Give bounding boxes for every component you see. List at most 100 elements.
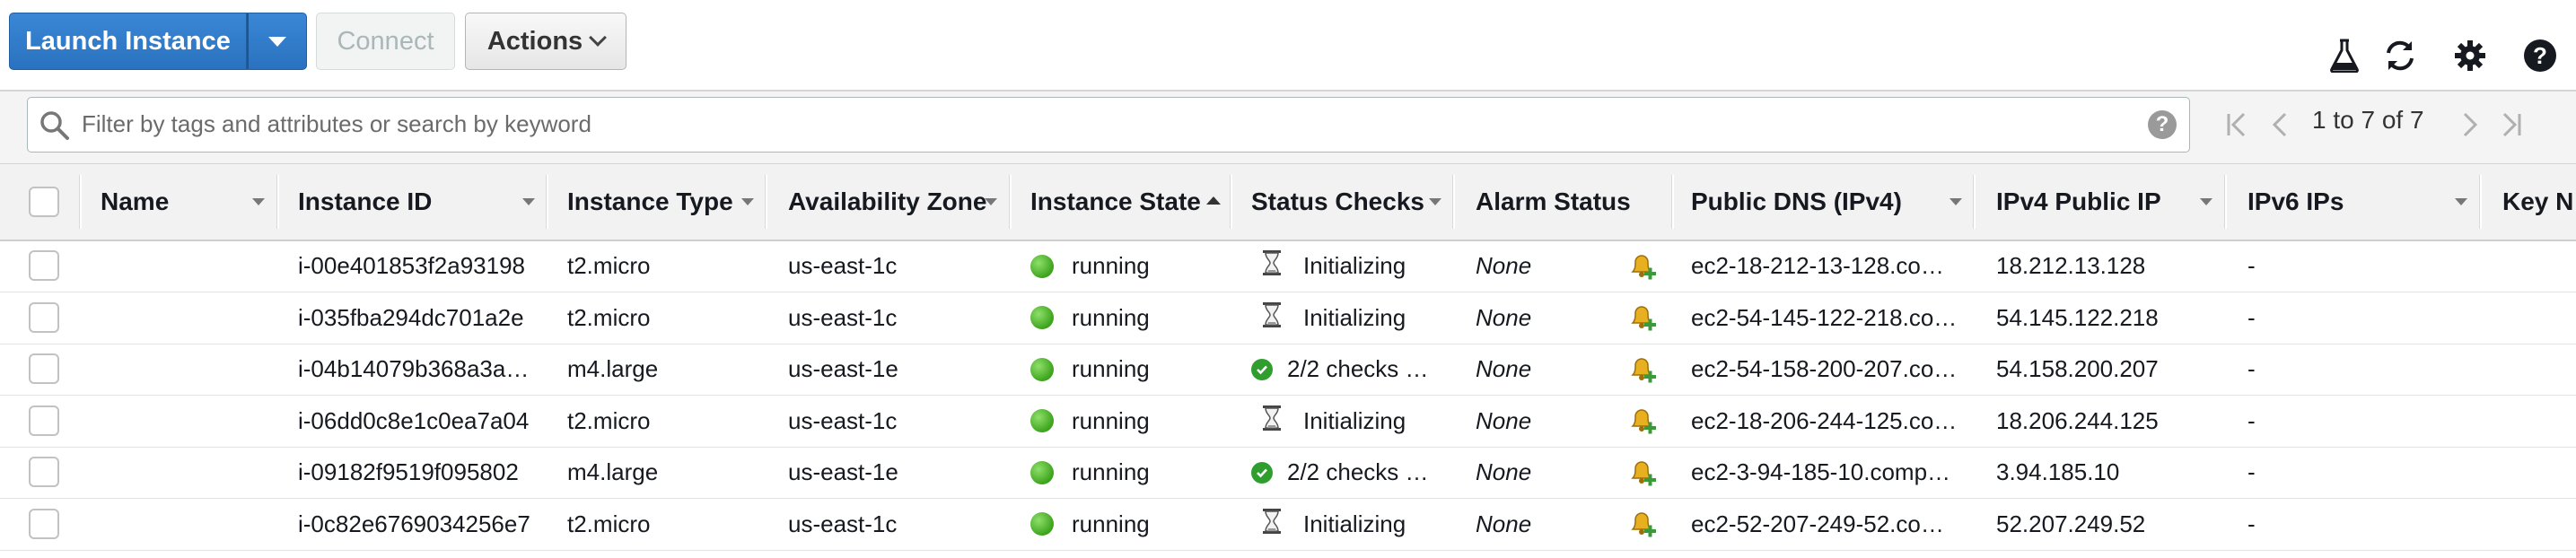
column-header-key-name[interactable]: Key N (2502, 164, 2576, 240)
add-alarm-bell-icon[interactable] (1625, 240, 1660, 292)
alarm-status: None (1476, 252, 1532, 279)
status-checks-label: Initializing (1303, 406, 1406, 434)
column-header-public-dns[interactable]: Public DNS (IPv4) (1691, 164, 1951, 240)
public-dns: ec2-54-158-200-207.co… (1691, 355, 1958, 382)
sort-caret-icon (522, 198, 535, 205)
actions-label: Actions (486, 26, 583, 56)
ipv6-ips: - (2247, 406, 2256, 434)
row-checkbox[interactable] (29, 353, 59, 384)
column-header-instance-id[interactable]: Instance ID (298, 164, 531, 240)
hourglass-icon (1262, 405, 1282, 438)
row-checkbox[interactable] (29, 405, 59, 436)
instance-state: running (1030, 240, 1219, 292)
instance-id: i-04b14079b368a3a… (298, 355, 530, 382)
launch-instance-button[interactable]: Launch Instance (9, 13, 247, 70)
first-page-icon[interactable] (2224, 111, 2249, 138)
column-label: Key N (2502, 187, 2574, 215)
instance-id: i-06dd0c8e1c0ea7a04 (298, 406, 530, 434)
status-checks: Initializing (1251, 292, 1447, 344)
column-header-instance-state[interactable]: Instance State (1030, 164, 1228, 240)
row-checkbox[interactable] (29, 508, 59, 539)
running-status-icon (1030, 357, 1054, 381)
instance-state-label: running (1072, 303, 1150, 331)
add-alarm-bell-icon[interactable] (1625, 447, 1660, 498)
column-label: Instance ID (298, 187, 433, 215)
search-input[interactable]: Filter by tags and attributes or search … (27, 97, 2190, 153)
next-page-icon[interactable] (2459, 111, 2481, 138)
instance-state-label: running (1072, 252, 1150, 279)
public-dns: ec2-3-94-185-10.comp… (1691, 458, 1951, 485)
hourglass-icon (1262, 508, 1282, 541)
table-row[interactable]: i-04b14079b368a3a… m4.large us-east-1e r… (0, 344, 2576, 396)
column-header-instance-type[interactable]: Instance Type (567, 164, 747, 240)
table-row[interactable]: i-035fba294dc701a2e t2.micro us-east-1c … (0, 292, 2576, 344)
status-checks: Initializing (1251, 240, 1447, 292)
add-alarm-bell-icon[interactable] (1625, 499, 1660, 550)
running-status-icon (1030, 409, 1054, 432)
row-checkbox[interactable] (29, 301, 59, 333)
help-icon[interactable]: ? (2520, 36, 2560, 75)
column-divider (546, 175, 548, 229)
column-label: IPv6 IPs (2247, 187, 2344, 215)
table-row[interactable]: i-00e401853f2a93198 t2.micro us-east-1c … (0, 240, 2576, 292)
status-checks: Initializing (1251, 396, 1447, 447)
column-header-availability-zone[interactable]: Availability Zone (788, 164, 1012, 240)
hourglass-icon (1262, 249, 1282, 283)
sort-caret-icon (985, 198, 997, 205)
ipv6-ips: - (2247, 510, 2256, 537)
ipv6-ips: - (2247, 458, 2256, 485)
column-divider (1452, 175, 1455, 229)
instance-state-label: running (1072, 510, 1150, 537)
status-checks-label: Initializing (1303, 303, 1406, 331)
column-divider (1973, 175, 1976, 229)
instance-state: running (1030, 499, 1219, 550)
instance-state: running (1030, 447, 1219, 498)
ipv4-public-ip: 54.145.122.218 (1996, 303, 2159, 331)
row-checkbox[interactable] (29, 457, 59, 487)
table-row[interactable]: i-0c82e6769034256e7 t2.micro us-east-1c … (0, 499, 2576, 551)
availability-zone: us-east-1c (788, 510, 898, 537)
add-alarm-bell-icon[interactable] (1625, 292, 1660, 344)
instance-type: t2.micro (567, 510, 651, 537)
flask-icon[interactable] (2325, 36, 2364, 75)
select-all-checkbox[interactable] (29, 187, 59, 217)
add-alarm-bell-icon[interactable] (1625, 396, 1660, 447)
instance-id: i-09182f9519f095802 (298, 458, 519, 485)
sort-caret-icon (252, 198, 265, 205)
alarm-status: None (1476, 303, 1532, 331)
launch-instance-dropdown-button[interactable] (247, 13, 307, 70)
sort-ascending-icon (1206, 196, 1221, 205)
instance-type: m4.large (567, 355, 659, 382)
sort-caret-icon (1950, 198, 1962, 205)
alarm-status: None (1476, 406, 1532, 434)
row-checkbox[interactable] (29, 250, 59, 281)
column-header-name[interactable]: Name (101, 164, 271, 240)
column-divider (1671, 175, 1674, 229)
instance-state: running (1030, 396, 1219, 447)
alarm-status: None (1476, 355, 1532, 382)
column-header-status-checks[interactable]: Status Checks (1251, 164, 1449, 240)
column-label: Instance Type (567, 187, 733, 215)
column-header-ipv4-public-ip[interactable]: IPv4 Public IP (1996, 164, 2203, 240)
status-checks: 2/2 checks … (1251, 344, 1447, 395)
add-alarm-bell-icon[interactable] (1625, 344, 1660, 395)
connect-button[interactable]: Connect (316, 13, 455, 70)
search-placeholder: Filter by tags and attributes or search … (82, 110, 591, 137)
public-dns: ec2-18-206-244-125.co… (1691, 406, 1958, 434)
actions-button[interactable]: Actions (465, 13, 626, 70)
running-status-icon (1030, 512, 1054, 536)
last-page-icon[interactable] (2499, 111, 2524, 138)
column-header-alarm-status[interactable]: Alarm Status (1476, 164, 1673, 240)
search-help-icon[interactable]: ? (2148, 110, 2177, 139)
gear-icon[interactable] (2450, 36, 2490, 75)
running-status-icon (1030, 306, 1054, 329)
running-status-icon (1030, 254, 1054, 278)
refresh-icon[interactable] (2380, 36, 2420, 75)
prev-page-icon[interactable] (2269, 111, 2291, 138)
availability-zone: us-east-1c (788, 406, 898, 434)
instance-id: i-035fba294dc701a2e (298, 303, 524, 331)
table-row[interactable]: i-06dd0c8e1c0ea7a04 t2.micro us-east-1c … (0, 396, 2576, 448)
table-row[interactable]: i-09182f9519f095802 m4.large us-east-1e … (0, 447, 2576, 499)
column-header-ipv6-ips[interactable]: IPv6 IPs (2247, 164, 2427, 240)
toolbar: Launch Instance Connect Actions ? (0, 0, 2576, 90)
